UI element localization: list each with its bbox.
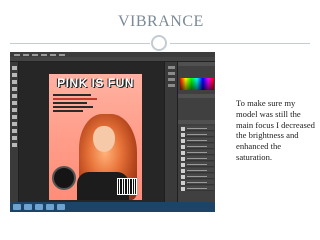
panel-dock	[164, 62, 177, 202]
document-canvas[interactable]: PINK IS FUN	[19, 62, 164, 202]
tool-icon[interactable]	[12, 101, 17, 105]
start-button[interactable]	[13, 204, 21, 210]
tool-icon[interactable]	[12, 115, 17, 119]
menu-item[interactable]	[14, 53, 20, 56]
layer-row[interactable]	[180, 132, 214, 137]
adjustments-panel-header	[178, 94, 215, 98]
layer-name	[187, 134, 207, 135]
layer-name	[187, 158, 207, 159]
windows-taskbar	[10, 202, 215, 212]
layer-thumbnail	[181, 156, 185, 161]
slide-title: VIBRANCE	[118, 13, 204, 30]
photoshop-screenshot: PINK IS FUN	[10, 52, 215, 212]
tool-icon[interactable]	[12, 66, 17, 70]
layer-name	[187, 182, 207, 183]
tool-icon[interactable]	[12, 129, 17, 133]
menu-item[interactable]	[50, 53, 56, 56]
barcode-icon	[117, 178, 137, 195]
layer-thumbnail	[181, 168, 185, 173]
layers-panel	[177, 62, 215, 202]
menu-item[interactable]	[32, 53, 38, 56]
title-ring-icon	[151, 35, 167, 51]
layer-row[interactable]	[180, 162, 214, 167]
layer-thumbnail	[181, 150, 185, 155]
menu-item[interactable]	[41, 53, 47, 56]
layer-thumbnail	[181, 138, 185, 143]
layer-name	[187, 140, 207, 141]
cover-line	[53, 98, 97, 100]
tools-panel	[10, 62, 19, 202]
taskbar-app-icon[interactable]	[35, 204, 43, 210]
tool-icon[interactable]	[12, 87, 17, 91]
tool-icon[interactable]	[12, 108, 17, 112]
model-face	[93, 126, 115, 152]
color-spectrum[interactable]	[180, 78, 214, 90]
cover-line	[53, 106, 93, 108]
layer-row[interactable]	[180, 144, 214, 149]
panel-icon[interactable]	[168, 72, 175, 75]
cover-line	[53, 110, 83, 112]
taskbar-app-icon[interactable]	[24, 204, 32, 210]
layer-name	[187, 152, 207, 153]
title-rule-left	[10, 43, 150, 44]
slide-caption: To make sure my model was still the main…	[236, 98, 315, 162]
layer-name	[187, 176, 207, 177]
tool-icon[interactable]	[12, 136, 17, 140]
layer-row[interactable]	[180, 180, 214, 185]
layer-row[interactable]	[180, 126, 214, 131]
cover-line	[53, 94, 91, 96]
layer-name	[187, 128, 207, 129]
panel-icon[interactable]	[168, 84, 175, 87]
layer-name	[187, 146, 207, 147]
layer-row[interactable]	[180, 186, 214, 191]
cd-disc-icon	[52, 166, 76, 190]
magazine-cover: PINK IS FUN	[49, 74, 142, 200]
layer-row[interactable]	[180, 174, 214, 179]
title-rule-right	[170, 43, 310, 44]
taskbar-app-icon[interactable]	[57, 204, 65, 210]
menu-item[interactable]	[23, 53, 29, 56]
magazine-title: PINK IS FUN	[57, 76, 134, 90]
layer-row[interactable]	[180, 156, 214, 161]
layer-name	[187, 170, 207, 171]
layer-thumbnail	[181, 186, 185, 191]
color-panel-header	[178, 62, 215, 66]
menu-item[interactable]	[59, 53, 65, 56]
layers-panel-header	[178, 120, 215, 124]
tool-icon[interactable]	[12, 80, 17, 84]
panel-icon[interactable]	[168, 66, 175, 69]
layer-row[interactable]	[180, 138, 214, 143]
layer-name	[187, 164, 207, 165]
cover-line	[53, 102, 87, 104]
tool-icon[interactable]	[12, 122, 17, 126]
taskbar-app-icon[interactable]	[46, 204, 54, 210]
layer-thumbnail	[181, 174, 185, 179]
layer-thumbnail	[181, 144, 185, 149]
layer-row[interactable]	[180, 168, 214, 173]
tool-icon[interactable]	[12, 73, 17, 77]
tool-icon[interactable]	[12, 143, 17, 147]
layer-thumbnail	[181, 126, 185, 131]
layer-thumbnail	[181, 180, 185, 185]
layer-thumbnail	[181, 132, 185, 137]
panel-icon[interactable]	[168, 78, 175, 81]
layer-thumbnail	[181, 162, 185, 167]
layer-row[interactable]	[180, 150, 214, 155]
layer-name	[187, 188, 207, 189]
tool-icon[interactable]	[12, 94, 17, 98]
